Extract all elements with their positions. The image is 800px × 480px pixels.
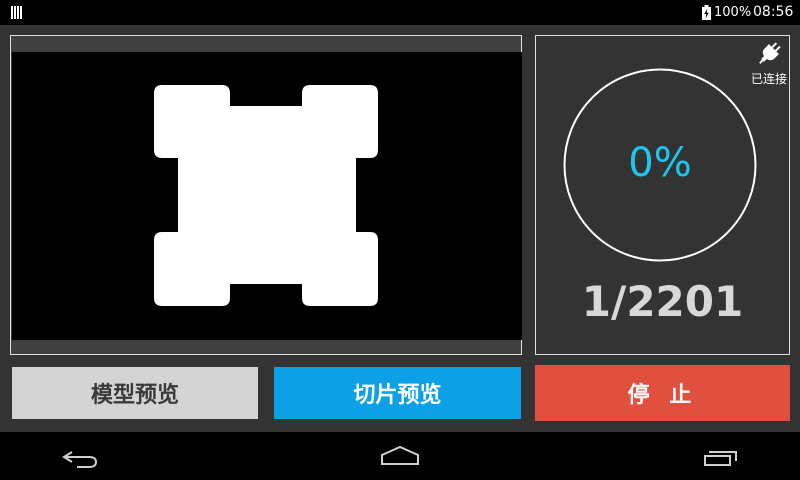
plug-icon <box>759 42 781 64</box>
layer-preview-canvas <box>12 52 522 340</box>
battery-percent: 100% <box>714 5 752 20</box>
status-bar: 100% 08:56 <box>0 0 800 25</box>
battery-charging-icon <box>702 5 711 20</box>
layer-preview-panel <box>10 35 522 355</box>
slice-layer-image <box>154 85 378 306</box>
model-preview-button[interactable]: 模型预览 <box>12 367 258 419</box>
home-icon[interactable] <box>375 432 425 480</box>
progress-percent: 0% <box>628 140 692 186</box>
layer-count: 1/2201 <box>581 277 744 326</box>
notification-icon <box>11 6 23 19</box>
stop-button[interactable]: 停 止 <box>535 365 790 421</box>
recents-icon[interactable] <box>695 432 745 480</box>
print-progress-panel: 已连接 0% 1/2201 <box>535 35 790 355</box>
clock: 08:56 <box>753 4 794 20</box>
back-icon[interactable] <box>55 432 105 480</box>
slice-preview-button[interactable]: 切片预览 <box>274 367 521 419</box>
navigation-bar <box>0 432 800 480</box>
